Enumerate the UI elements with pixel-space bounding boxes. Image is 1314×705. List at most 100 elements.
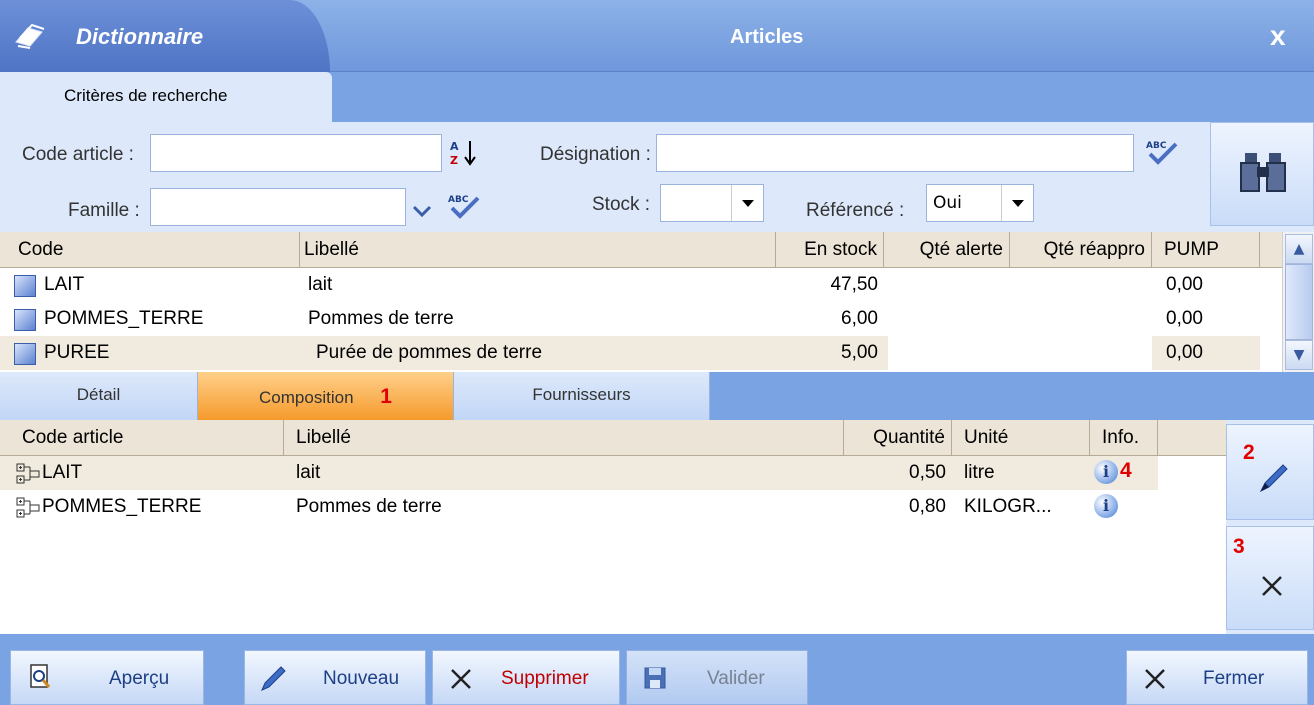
row-pump: 0,00 [1166,274,1203,295]
scroll-down-icon[interactable]: ▼ [1285,340,1313,370]
pencil-icon [261,666,286,691]
code-article-label: Code article : [22,144,134,165]
article-icon [14,275,36,297]
bottom-action-bar: Aperçu Nouveau Supprimer Valider Fermer [0,634,1314,705]
info-icon[interactable]: i [1094,460,1118,484]
table-row-selected[interactable]: PUREE Purée de pommes de terre 5,00 0,00 [0,336,1280,370]
detail-tab-strip: Détail Composition 1 Fournisseurs [0,372,1314,420]
tab-detail[interactable]: Détail [0,372,198,420]
apercu-button[interactable]: Aperçu [10,650,204,705]
search-filters: Code article : A Z Désignation : ABC Fam… [0,122,1314,232]
reference-label: Référencé : [806,200,905,221]
composition-row-selected[interactable]: LAIT lait 0,50 litre i 4 [0,456,1158,490]
stock-select[interactable] [660,184,764,222]
articles-header: Code Libellé En stock Qté alerte Qté réa… [0,232,1282,268]
col-header-libelle[interactable]: Libellé [300,232,776,268]
row-stock: 47,50 [830,274,878,295]
stock-dropdown-button[interactable] [731,185,763,221]
famille-spellcheck-icon[interactable]: ABC [446,190,482,220]
table-row[interactable]: LAIT lait 47,50 0,00 [0,268,1280,302]
row-libelle: Pommes de terre [308,308,454,329]
row-unite: KILOGR... [964,496,1052,517]
window-title: Articles [730,26,804,48]
col-header-filler [1260,232,1282,268]
save-disk-icon [644,667,666,689]
designation-input[interactable] [656,134,1134,172]
row-libelle: Pommes de terre [296,496,442,517]
table-row[interactable]: POMMES_TERRE Pommes de terre 6,00 0,00 [0,302,1280,336]
articles-scrollbar[interactable]: ▲ ▼ [1282,232,1314,372]
nouveau-label: Nouveau [323,668,400,689]
row-pump: 0,00 [1166,342,1203,363]
callout-marker-1: 1 [380,385,392,408]
search-button[interactable] [1210,122,1314,226]
edit-component-button[interactable]: 2 [1226,424,1314,520]
row-libelle: lait [296,462,321,483]
col-header-quantite[interactable]: Quantité [844,420,952,456]
col-header-filler [1158,420,1226,456]
info-icon[interactable]: i [1094,494,1118,518]
close-window-button[interactable]: x [1270,20,1286,52]
svg-text:ABC: ABC [1146,141,1167,151]
code-article-input[interactable] [150,134,442,172]
pencil-icon [1259,464,1288,493]
fermer-button[interactable]: Fermer [1126,650,1308,705]
row-code: PUREE [44,342,110,363]
nouveau-button[interactable]: Nouveau [244,650,426,705]
scroll-up-icon[interactable]: ▲ [1285,234,1313,264]
tab-criteres-de-recherche[interactable]: Critères de recherche [0,72,332,122]
dictionary-logo-icon [15,23,45,49]
row-libelle: Purée de pommes de terre [316,342,543,363]
col-header-libelle[interactable]: Libellé [284,420,844,456]
articles-grid: Code Libellé En stock Qté alerte Qté réa… [0,232,1314,372]
chevron-down-icon[interactable] [410,202,434,220]
composition-row[interactable]: POMMES_TERRE Pommes de terre 0,80 KILOGR… [0,490,1158,524]
close-icon [451,669,471,689]
row-quantite: 0,80 [909,496,946,517]
callout-marker-4: 4 [1120,459,1132,482]
svg-text:A: A [450,140,459,153]
col-header-info[interactable]: Info. [1090,420,1158,456]
tab-detail-label: Détail [76,385,121,404]
close-icon [1145,669,1165,689]
reference-dropdown-button[interactable] [1001,185,1033,221]
sort-az-icon[interactable]: A Z [448,138,482,168]
tab-fournisseurs[interactable]: Fournisseurs [454,372,710,420]
svg-text:Z: Z [450,154,458,167]
col-header-unite[interactable]: Unité [952,420,1090,456]
col-header-qte-reappro[interactable]: Qté réappro [1010,232,1152,268]
composition-header: Code article Libellé Quantité Unité Info… [0,420,1226,456]
tab-composition-label: Composition [259,388,354,407]
row-code: POMMES_TERRE [44,308,204,329]
tree-node-icon [16,497,40,518]
composition-grid: Code article Libellé Quantité Unité Info… [0,420,1226,634]
supprimer-label: Supprimer [501,668,589,689]
scrollbar-thumb[interactable] [1285,264,1313,340]
composition-side-panel: 2 3 [1226,420,1314,634]
svg-text:ABC: ABC [448,195,469,205]
col-header-pump[interactable]: PUMP [1152,232,1260,268]
supprimer-button[interactable]: Supprimer [432,650,620,705]
famille-combo[interactable] [150,188,406,226]
valider-label: Valider [707,668,765,689]
reference-select[interactable]: Oui [926,184,1034,222]
col-header-qte-alerte[interactable]: Qté alerte [884,232,1010,268]
title-bar: Dictionnaire Articles x [0,0,1314,72]
app-tab[interactable]: Dictionnaire [0,0,330,72]
col-header-code[interactable]: Code [0,232,300,268]
row-code: POMMES_TERRE [42,496,202,517]
designation-label: Désignation : [540,144,651,165]
row-stock: 6,00 [841,308,878,329]
col-header-en-stock[interactable]: En stock [776,232,884,268]
article-icon [14,343,36,365]
col-header-code-article[interactable]: Code article [0,420,284,456]
callout-marker-2: 2 [1243,441,1255,464]
row-libelle: lait [308,274,333,295]
print-preview-icon [30,664,51,688]
criteria-tab-strip: Critères de recherche [0,72,1314,122]
spellcheck-icon[interactable]: ABC [1144,136,1180,166]
dropdown-arrow-icon [741,199,754,207]
tab-composition[interactable]: Composition 1 [198,372,454,420]
valider-button[interactable]: Valider [626,650,808,705]
delete-component-button[interactable]: 3 [1226,526,1314,630]
